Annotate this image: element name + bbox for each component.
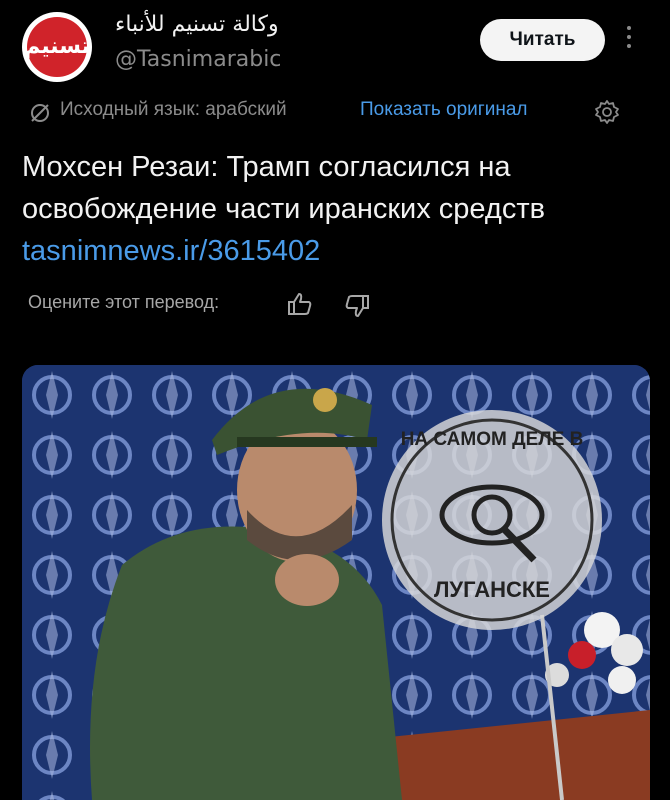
show-original-link[interactable]: Показать оригинал — [360, 99, 527, 121]
follow-button[interactable]: Читать — [480, 19, 605, 61]
thumb-up-icon[interactable] — [286, 290, 314, 318]
source-language-label: Исходный язык: арабский — [60, 99, 287, 120]
post-body: Мохсен Резаи: Трамп согласился на освобо… — [22, 146, 647, 272]
rate-prompt: Оцените этот перевод: — [28, 292, 220, 312]
rate-translation: Оцените этот перевод: — [28, 287, 428, 321]
post-header: تسنيم وكالة تسنيم للأنباء @Tasnimarabic … — [0, 0, 670, 90]
translation-bar: Исходный язык: арабский Показать оригина… — [28, 98, 648, 128]
gear-icon[interactable] — [594, 99, 620, 125]
post-text: Мохсен Резаи: Трамп согласился на освобо… — [22, 151, 546, 225]
watermark-top-text: НА САМОМ ДЕЛЕ В — [401, 429, 584, 450]
hand — [275, 554, 339, 606]
post-link[interactable]: tasnimnews.ir/3615402 — [22, 230, 647, 272]
watermark-bottom-text: ЛУГАНСКЕ — [434, 577, 550, 602]
avatar[interactable]: تسنيم — [22, 12, 92, 82]
watermark-stamp: НА САМОМ ДЕЛЕ В ЛУГАНСКЕ — [382, 410, 602, 630]
account-handle[interactable]: @Tasnimarabic — [115, 47, 281, 72]
slash-translate-icon — [31, 104, 49, 122]
account-name[interactable]: وكالة تسنيم للأنباء — [115, 12, 279, 37]
tasnim-logo-icon: تسنيم — [24, 17, 90, 77]
thumb-down-icon[interactable] — [343, 292, 371, 320]
post-image[interactable]: НА САМОМ ДЕЛЕ В ЛУГАНСКЕ — [22, 365, 650, 800]
more-vertical-icon[interactable] — [625, 26, 633, 54]
